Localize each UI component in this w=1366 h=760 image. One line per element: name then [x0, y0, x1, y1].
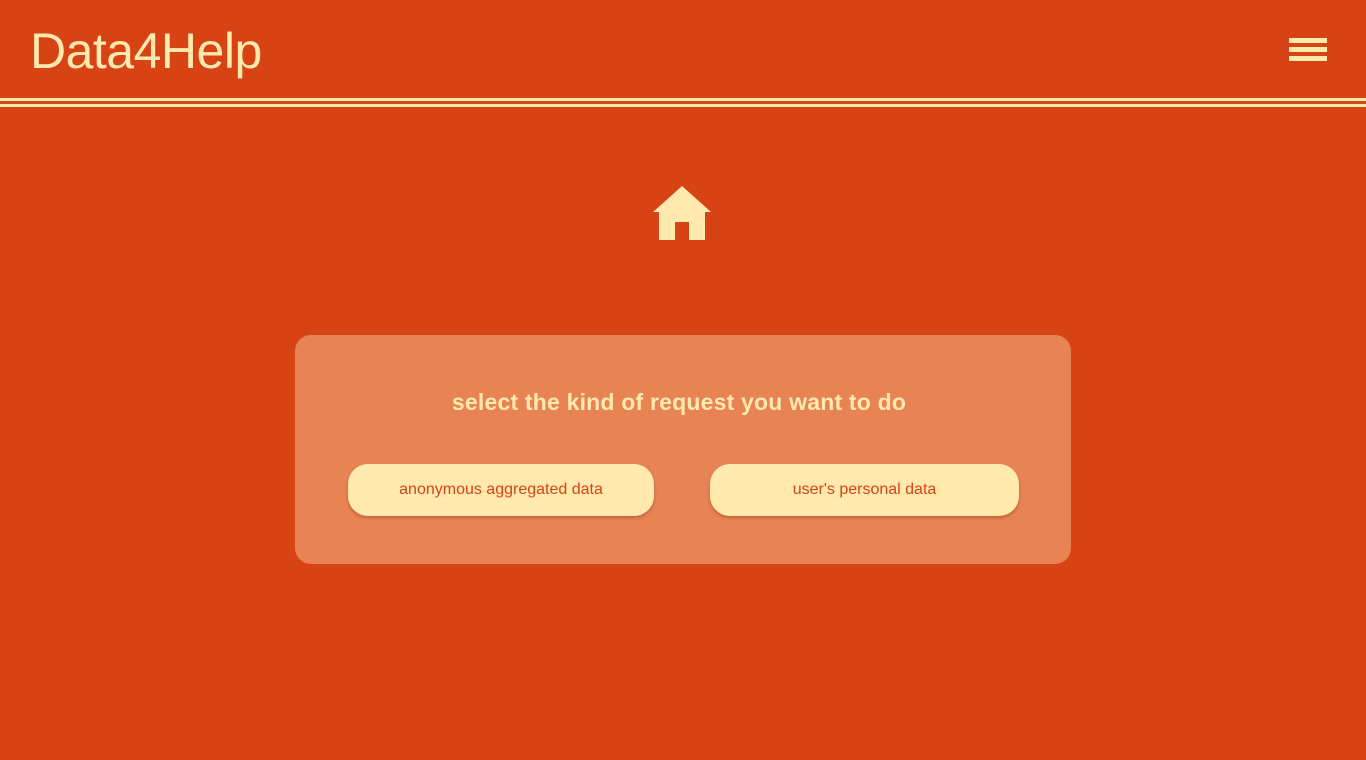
users-personal-data-button[interactable]: user's personal data	[710, 464, 1019, 516]
header-divider-bottom	[0, 104, 1366, 107]
request-type-prompt: select the kind of request you want to d…	[451, 389, 907, 415]
menu-bar-middle	[1289, 47, 1327, 52]
header-divider-top	[0, 98, 1366, 101]
menu-bar-top	[1289, 38, 1327, 43]
hamburger-menu-icon[interactable]	[1283, 32, 1333, 72]
anonymous-aggregated-data-button[interactable]: anonymous aggregated data	[348, 464, 654, 516]
request-type-card: select the kind of request you want to d…	[295, 335, 1071, 564]
home-icon-graphic	[653, 186, 711, 240]
home-icon[interactable]	[651, 184, 713, 242]
app-header: Data4Help	[0, 0, 1366, 98]
menu-bar-bottom	[1289, 56, 1327, 61]
app-logo-title: Data4Help	[30, 23, 262, 79]
